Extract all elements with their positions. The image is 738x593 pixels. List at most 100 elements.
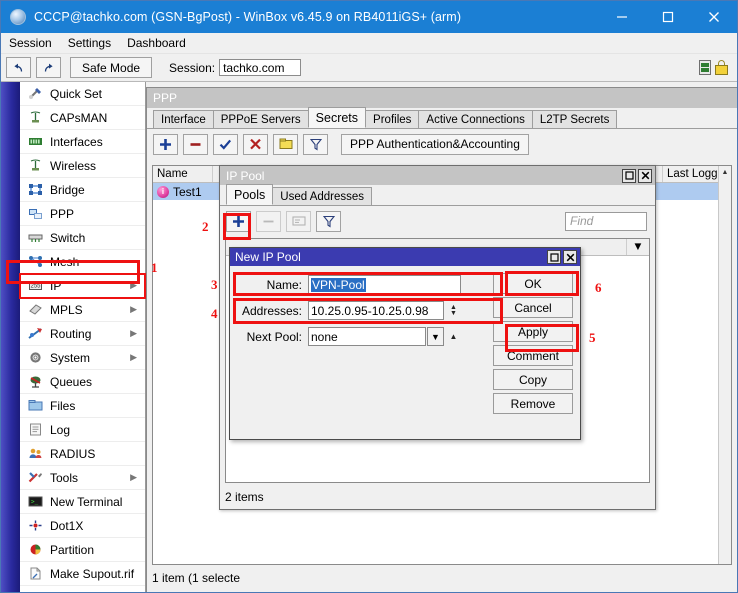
plus-icon[interactable] bbox=[226, 210, 251, 232]
users-icon bbox=[26, 446, 44, 462]
sidebar-item-new-terminal[interactable]: >_ New Terminal bbox=[20, 490, 145, 514]
ppp-toolbar: PPP Authentication&Accounting bbox=[147, 129, 737, 159]
filter-icon[interactable] bbox=[303, 133, 328, 155]
session-input[interactable]: tachko.com bbox=[219, 59, 302, 76]
next-pool-dropdown-icon[interactable]: ▼ bbox=[427, 327, 444, 346]
ppp-window-title: PPP bbox=[147, 88, 737, 108]
chevron-right-icon: ▶ bbox=[130, 328, 137, 338]
tab-interface[interactable]: Interface bbox=[153, 110, 214, 128]
sidebar-item-bridge[interactable]: Bridge bbox=[20, 178, 145, 202]
sidebar-item-label: Interfaces bbox=[50, 134, 103, 149]
sidebar-item-quick-set[interactable]: Quick Set bbox=[20, 82, 145, 106]
new-ip-pool-titlebar: New IP Pool bbox=[230, 248, 580, 266]
sidebar-item-queues[interactable]: Queues bbox=[20, 370, 145, 394]
minus-icon bbox=[256, 210, 281, 232]
sidebar-item-log[interactable]: Log bbox=[20, 418, 145, 442]
restore-button[interactable] bbox=[547, 250, 561, 264]
close-button[interactable] bbox=[691, 1, 737, 33]
undo-arrow-icon[interactable] bbox=[6, 57, 31, 78]
scroll-up-icon[interactable]: ▲ bbox=[719, 166, 731, 179]
sidebar-item-routing[interactable]: Routing ▶ bbox=[20, 322, 145, 346]
tab-pppoe-servers[interactable]: PPPoE Servers bbox=[212, 110, 309, 128]
folder-icon[interactable] bbox=[273, 133, 298, 155]
filter-icon[interactable] bbox=[316, 210, 341, 232]
tab-secrets[interactable]: Secrets bbox=[307, 107, 367, 128]
step-number-2: 2 bbox=[202, 219, 209, 234]
sidebar-item-label: Bridge bbox=[50, 182, 85, 197]
apply-button[interactable]: Apply bbox=[493, 321, 573, 342]
document-icon bbox=[26, 566, 44, 582]
next-pool-input[interactable]: none bbox=[308, 327, 426, 346]
copy-button[interactable]: Copy bbox=[493, 369, 573, 390]
sidebar-item-capsman[interactable]: CAPsMAN bbox=[20, 106, 145, 130]
comment-button[interactable]: Comment bbox=[493, 345, 573, 366]
maximize-button[interactable] bbox=[645, 1, 691, 33]
ip-pool-window-controls bbox=[622, 168, 652, 183]
sidebar-item-partition[interactable]: Partition bbox=[20, 538, 145, 562]
ppp-auth-accounting-button[interactable]: PPP Authentication&Accounting bbox=[341, 133, 529, 155]
help-icon: ? bbox=[26, 590, 44, 593]
sidebar-item-label: Files bbox=[50, 398, 76, 413]
sidebar-brand-strip: RouterOS WinBox bbox=[1, 82, 20, 592]
switch-icon bbox=[26, 230, 44, 246]
partition-pie-icon bbox=[26, 542, 44, 558]
chevron-right-icon: ▶ bbox=[130, 352, 137, 362]
find-input[interactable]: Find bbox=[565, 211, 647, 231]
sidebar-item-interfaces[interactable]: Interfaces bbox=[20, 130, 145, 154]
remove-button[interactable]: Remove bbox=[493, 393, 573, 414]
safe-mode-button[interactable]: Safe Mode bbox=[70, 57, 153, 78]
cross-icon[interactable] bbox=[243, 133, 268, 155]
tab-active-connections[interactable]: Active Connections bbox=[418, 110, 533, 128]
menu-settings[interactable]: Settings bbox=[60, 34, 119, 52]
sidebar-item-files[interactable]: Files bbox=[20, 394, 145, 418]
name-input[interactable]: VPN-Pool bbox=[308, 275, 461, 294]
wand-icon bbox=[26, 86, 44, 102]
chevron-down-icon[interactable]: ▼ bbox=[627, 239, 649, 255]
sidebar-item-manual[interactable]: ?Manual bbox=[20, 586, 145, 593]
session-label: Session: bbox=[169, 60, 216, 75]
ok-button[interactable]: OK bbox=[493, 273, 573, 294]
sidebar-item-ip[interactable]: 255 IP ▶ bbox=[19, 273, 146, 299]
sidebar-item-wireless[interactable]: Wireless bbox=[20, 154, 145, 178]
redo-arrow-icon[interactable] bbox=[36, 57, 61, 78]
minus-icon[interactable] bbox=[183, 133, 208, 155]
check-icon[interactable] bbox=[213, 133, 238, 155]
chevron-right-icon: ▶ bbox=[130, 304, 137, 314]
winbox-globe-icon bbox=[10, 9, 26, 25]
sidebar-item-switch[interactable]: Switch bbox=[20, 226, 145, 250]
sidebar-item-ppp[interactable]: PPP bbox=[20, 202, 145, 226]
tab-pools[interactable]: Pools bbox=[226, 184, 274, 205]
ip-pool-tabbar: Pools Used Addresses bbox=[220, 184, 655, 206]
close-icon[interactable] bbox=[563, 250, 577, 264]
menu-session[interactable]: Session bbox=[1, 34, 60, 52]
column-header-name[interactable]: Name bbox=[153, 166, 213, 182]
sidebar-item-label: Partition bbox=[50, 542, 95, 557]
mesh-icon bbox=[26, 254, 44, 270]
next-pool-up-icon[interactable]: ▲ bbox=[446, 327, 461, 346]
menu-dashboard[interactable]: Dashboard bbox=[119, 34, 194, 52]
sidebar-item-label: Log bbox=[50, 422, 71, 437]
addresses-input[interactable]: 10.25.0.95-10.25.0.98 bbox=[308, 301, 444, 320]
restore-button[interactable] bbox=[622, 168, 636, 183]
ip-pool-status-bar: 2 items bbox=[225, 490, 264, 504]
sidebar-item-make-supout-rif[interactable]: Make Supout.rif bbox=[20, 562, 145, 586]
sidebar-item-dot1x[interactable]: Dot1X bbox=[20, 514, 145, 538]
plus-icon[interactable] bbox=[153, 133, 178, 155]
sidebar-item-label: Switch bbox=[50, 230, 86, 245]
sidebar-item-mpls[interactable]: MPLS ▶ bbox=[20, 298, 145, 322]
cancel-button[interactable]: Cancel bbox=[493, 297, 573, 318]
sidebar-item-radius[interactable]: RADIUS bbox=[20, 442, 145, 466]
tab-used-addresses[interactable]: Used Addresses bbox=[272, 187, 373, 205]
minimize-button[interactable] bbox=[599, 1, 645, 33]
ppp-vertical-scrollbar[interactable]: ▲ bbox=[718, 166, 731, 564]
ip-pool-toolbar: Find bbox=[220, 206, 655, 236]
close-icon[interactable] bbox=[638, 168, 652, 183]
tab-l2tp-secrets[interactable]: L2TP Secrets bbox=[531, 110, 618, 128]
chevron-right-icon: ▶ bbox=[130, 472, 137, 482]
tab-profiles[interactable]: Profiles bbox=[365, 110, 420, 128]
sidebar-item-mesh[interactable]: Mesh bbox=[20, 250, 145, 274]
sidebar-item-tools[interactable]: Tools ▶ bbox=[20, 466, 145, 490]
addresses-spinner[interactable]: ▲ ▼ bbox=[446, 301, 461, 320]
name-input-value: VPN-Pool bbox=[311, 277, 366, 292]
sidebar-item-system[interactable]: System ▶ bbox=[20, 346, 145, 370]
